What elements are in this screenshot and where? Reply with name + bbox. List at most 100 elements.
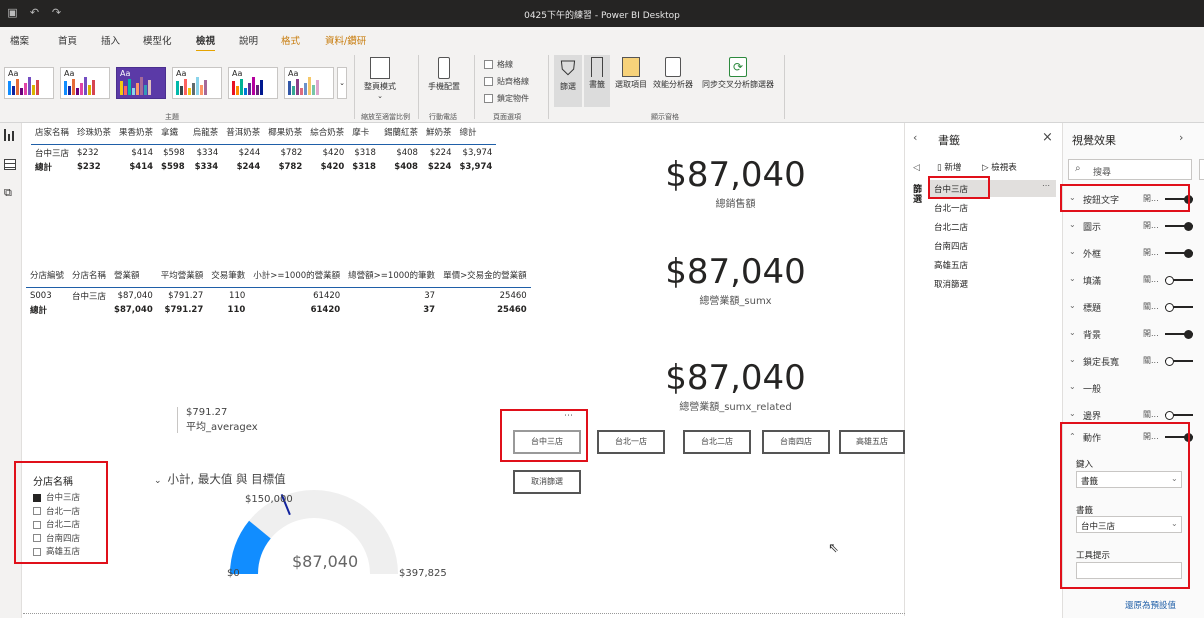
collapse-chevron-icon[interactable]: ⌄ — [154, 476, 162, 486]
theme-swatch[interactable]: Aa — [228, 67, 278, 99]
tab-modeling[interactable]: 模型化 — [143, 33, 172, 47]
tab-view[interactable]: 檢視 — [196, 33, 216, 52]
reset-to-default-link[interactable]: 還原為預設值 — [1125, 599, 1176, 611]
column-header[interactable]: 單價>交易金的營業額 — [439, 269, 531, 288]
bookmark-item[interactable]: 台北二店 — [930, 218, 1056, 235]
column-header[interactable]: 鮮奶茶 — [422, 126, 456, 145]
slicer-item[interactable]: 高雄五店 — [33, 545, 80, 559]
toggle-switch[interactable] — [1165, 249, 1193, 258]
column-header[interactable]: 分店編號 — [26, 269, 68, 288]
report-view-icon[interactable] — [4, 129, 16, 141]
bookmarks-pane-button[interactable]: 書籤 — [584, 55, 610, 107]
add-bookmark-button[interactable]: ▯ 新增 — [937, 161, 961, 173]
tab-insert[interactable]: 插入 — [101, 33, 120, 47]
model-view-icon[interactable]: ⧉ — [4, 187, 16, 199]
bookmark-button-taichung-3[interactable]: 台中三店 — [513, 430, 581, 454]
matrix-table-1[interactable]: 店家名稱 珍珠奶茶 果香奶茶 拿鐵 烏龍茶 普洱奶茶 椰果奶茶 綜合奶茶 摩卡 錫蘭紅茶 鮮奶茶 總計… — [31, 126, 497, 173]
collapse-pane-chevron-icon[interactable]: ‹ — [913, 131, 917, 144]
column-header[interactable]: 烏龍茶 — [189, 126, 223, 145]
bookmark-button-clear-filter[interactable]: 取消篩選 — [513, 470, 581, 494]
column-header[interactable]: 營業額 — [110, 269, 157, 288]
toggle-switch[interactable] — [1165, 357, 1193, 366]
format-section[interactable]: ⌄ 圖示 開... — [1069, 213, 1195, 238]
toggle-switch[interactable] — [1165, 222, 1193, 231]
toggle-switch[interactable] — [1165, 330, 1193, 339]
theme-swatch[interactable]: Aa — [284, 67, 334, 99]
bookmark-item[interactable]: 取消篩選 — [930, 275, 1056, 292]
slicer-item[interactable]: 台中三店 — [33, 491, 80, 505]
column-header[interactable]: 總計 — [455, 126, 496, 145]
column-header[interactable]: 珍珠奶茶 — [73, 126, 115, 145]
snap-to-grid-label: 貼齊格線 — [497, 77, 529, 86]
sync-slicers-button[interactable]: ⟳ 同步交叉分析篩選器 — [697, 55, 779, 90]
kpi-card-sumx-related[interactable]: $87,040 總營業額_sumx_related — [633, 358, 838, 413]
format-section[interactable]: ⌄ 鎖定長寬 關... — [1069, 348, 1195, 373]
more-options-icon[interactable]: ⋯ — [564, 411, 573, 421]
more-options-icon[interactable]: ⋯ — [1042, 181, 1050, 190]
format-section[interactable]: ⌄ 標題 關... — [1069, 294, 1195, 319]
column-header[interactable]: 綜合奶茶 — [306, 126, 348, 145]
lock-objects-checkbox[interactable]: 鎖定物件 — [484, 93, 529, 104]
column-header[interactable]: 交易筆數 — [207, 269, 249, 288]
format-section[interactable]: ⌄ 一般 — [1069, 375, 1195, 400]
toggle-switch[interactable] — [1165, 303, 1193, 312]
theme-swatch[interactable]: Aa — [172, 67, 222, 99]
column-header[interactable]: 小計>=1000的營業額 — [249, 269, 344, 288]
column-header[interactable]: 平均營業額 — [157, 269, 208, 288]
theme-swatch[interactable]: Aa — [4, 67, 54, 99]
toggle-switch[interactable] — [1165, 276, 1193, 285]
column-header[interactable]: 分店名稱 — [68, 269, 110, 288]
kpi-card-total-sales[interactable]: $87,040 總銷售額 — [633, 155, 838, 210]
filters-side-label[interactable]: 篩選 — [913, 185, 923, 205]
phone-layout-button[interactable]: 手機配置 — [424, 57, 464, 92]
expand-pane-chevron-icon[interactable]: › — [1179, 131, 1183, 144]
slicer-item[interactable]: 台北二店 — [33, 518, 80, 532]
data-view-icon[interactable] — [4, 159, 16, 170]
close-icon[interactable]: × — [1042, 130, 1053, 145]
column-header[interactable]: 普洱奶茶 — [222, 126, 264, 145]
slicer-item[interactable]: 台北一店 — [33, 505, 80, 519]
gauge-chart[interactable]: $150,000 $87,040 $0 $397,825 — [209, 483, 459, 583]
column-header[interactable]: 錫蘭紅茶 — [380, 126, 422, 145]
column-header[interactable]: 拿鐵 — [157, 126, 189, 145]
checkbox-icon — [33, 520, 41, 529]
search-input[interactable]: ⌕ 搜尋 — [1068, 159, 1192, 180]
format-section[interactable]: ⌄ 背景 開... — [1069, 321, 1195, 346]
column-header[interactable]: 果香奶茶 — [115, 126, 157, 145]
theme-swatch[interactable]: Aa — [60, 67, 110, 99]
bookmark-button-tainan-4[interactable]: 台南四店 — [762, 430, 830, 454]
bookmark-button-taipei-1[interactable]: 台北一店 — [597, 430, 665, 454]
performance-analyzer-button[interactable]: 效能分析器 — [650, 55, 696, 90]
format-section[interactable]: ⌄ 填滿 關... — [1069, 267, 1195, 292]
view-bookmark-button[interactable]: ▷ 檢視表 — [982, 161, 1017, 173]
tab-help[interactable]: 說明 — [239, 33, 258, 47]
slicer-item[interactable]: 台南四店 — [33, 532, 80, 546]
store-slicer[interactable]: 分店名稱 台中三店 台北一店 台北二店 台南四店 高雄五店 — [33, 473, 80, 559]
bookmark-button-taipei-2[interactable]: 台北二店 — [683, 430, 751, 454]
column-header[interactable]: 總營額>=1000的筆數 — [344, 269, 439, 288]
matrix-table-2[interactable]: 分店編號 分店名稱 營業額 平均營業額 交易筆數 小計>=1000的營業額 總營額>=100… — [26, 269, 531, 316]
toggle-switch[interactable] — [1165, 411, 1193, 420]
bookmark-item[interactable]: 台北一店 — [930, 199, 1056, 216]
bookmark-item[interactable]: 高雄五店 — [930, 256, 1056, 273]
themes-dropdown-chevron-icon[interactable]: ⌄ — [337, 67, 347, 99]
bookmark-item[interactable]: 台南四店 — [930, 237, 1056, 254]
gridlines-checkbox[interactable]: 格線 — [484, 59, 513, 70]
kpi-card-sumx[interactable]: $87,040 總營業額_sumx — [633, 252, 838, 307]
tab-data-drill[interactable]: 資料/鑽研 — [325, 33, 366, 47]
average-card[interactable]: $791.27 平均_averagex — [177, 407, 258, 433]
selection-pane-button[interactable]: 選取項目 — [612, 55, 650, 90]
snap-to-grid-checkbox[interactable]: 貼齊格線 — [484, 76, 529, 87]
column-header[interactable]: 摩卡 — [348, 126, 380, 145]
filters-pane-button[interactable]: ⛉ 篩選 — [554, 55, 582, 107]
theme-swatch[interactable]: Aa — [116, 67, 166, 99]
bookmark-button-kaohsiung-5[interactable]: 高雄五店 — [839, 430, 905, 454]
page-view-button[interactable]: 整頁模式 ⌄ — [360, 57, 400, 100]
tab-file[interactable]: 檔案 — [10, 33, 29, 47]
collapse-arrow-icon[interactable]: ◁ — [913, 163, 920, 173]
tab-format[interactable]: 格式 — [281, 33, 300, 47]
format-section[interactable]: ⌄ 外框 開... — [1069, 240, 1195, 265]
tab-home[interactable]: 首頁 — [58, 33, 77, 47]
column-header[interactable]: 店家名稱 — [31, 126, 73, 145]
column-header[interactable]: 椰果奶茶 — [264, 126, 306, 145]
